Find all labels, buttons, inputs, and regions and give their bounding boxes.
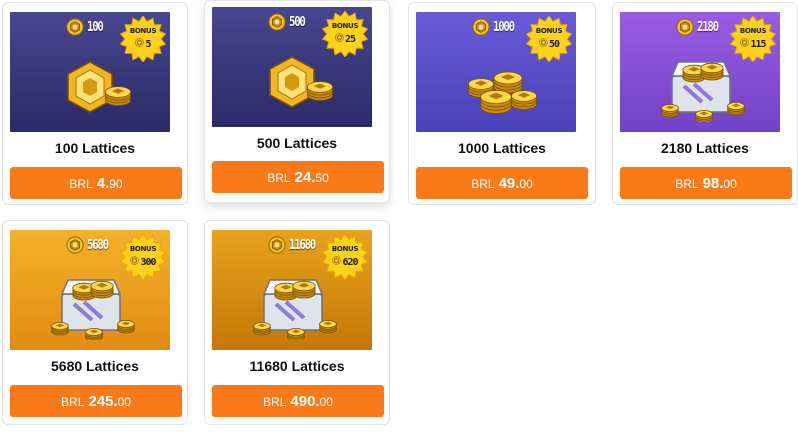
product-card-100[interactable]: 100 BONUS 5 100 Lattices BRL 4. 90 xyxy=(2,2,188,205)
product-art xyxy=(269,56,334,108)
bonus-label: BONUS xyxy=(331,245,359,253)
price-currency: BRL xyxy=(61,395,85,409)
amount-badge: 2180 xyxy=(676,17,722,37)
amount-badge: 11680 xyxy=(268,235,321,255)
buy-price-button[interactable]: BRL 490. 00 xyxy=(212,385,384,417)
product-title: 500 Lattices xyxy=(256,135,338,151)
price-decimals: 50 xyxy=(315,171,329,185)
price-integer: 245. xyxy=(88,393,118,410)
product-art xyxy=(661,61,745,122)
buy-price-button[interactable]: BRL 4. 90 xyxy=(10,167,182,199)
amount-text: 5680 xyxy=(87,237,109,253)
bonus-label: BONUS xyxy=(331,22,359,30)
amount-badge: 500 xyxy=(268,12,308,32)
price-integer: 24. xyxy=(294,169,316,186)
product-image: 500 BONUS 25 xyxy=(212,7,372,127)
price-currency: BRL xyxy=(69,177,93,191)
bonus-label: BONUS xyxy=(535,27,563,35)
amount-text: 100 xyxy=(87,19,104,35)
price-currency: BRL xyxy=(267,171,291,185)
amount-text: 1000 xyxy=(493,19,515,35)
price-integer: 490. xyxy=(290,393,320,410)
product-art xyxy=(253,279,337,340)
amount-text: 500 xyxy=(289,14,306,30)
product-title: 1000 Lattices xyxy=(458,140,546,156)
product-title: 2180 Lattices xyxy=(661,140,749,156)
bonus-label: BONUS xyxy=(129,245,157,253)
product-card-2180[interactable]: 2180 BONUS 115 2180 Lattices BRL 98. 00 xyxy=(612,2,798,205)
buy-price-button[interactable]: BRL 24. 50 xyxy=(212,161,384,193)
bonus-amount: 25 xyxy=(344,33,356,45)
price-decimals: 00 xyxy=(117,395,131,409)
product-card-5680[interactable]: 5680 BONUS 300 5680 Lattices BRL 245. 00 xyxy=(2,220,188,425)
lattice-icon xyxy=(676,18,694,36)
lattice-icon xyxy=(66,18,84,36)
price-integer: 49. xyxy=(498,175,520,192)
product-title: 5680 Lattices xyxy=(51,358,139,374)
price-decimals: 00 xyxy=(519,177,533,191)
buy-price-button[interactable]: BRL 98. 00 xyxy=(620,167,792,199)
amount-text: 2180 xyxy=(697,19,719,35)
product-image: 11680 BONUS 620 xyxy=(212,230,372,350)
product-art xyxy=(67,61,132,113)
price-currency: BRL xyxy=(263,395,287,409)
bonus-amount: 50 xyxy=(548,38,560,50)
product-art xyxy=(51,279,135,340)
bonus-amount: 300 xyxy=(140,256,156,268)
product-image: 1000 BONUS 50 xyxy=(416,12,576,132)
lattice-icon xyxy=(268,13,286,31)
product-image: 5680 BONUS 300 xyxy=(10,230,170,350)
product-card-11680[interactable]: 11680 BONUS 620 11680 Lattices BRL 490. … xyxy=(204,220,390,425)
lattice-icon xyxy=(268,236,286,254)
product-image: 100 BONUS 5 xyxy=(10,12,170,132)
amount-badge: 5680 xyxy=(66,235,112,255)
product-card-1000[interactable]: 1000 BONUS 50 1000 Lattices BRL 49. 00 xyxy=(408,2,596,205)
bonus-amount: 115 xyxy=(750,38,766,50)
product-image: 2180 BONUS 115 xyxy=(620,12,780,132)
lattice-icon xyxy=(472,18,490,36)
bonus-amount: 5 xyxy=(145,38,151,50)
buy-price-button[interactable]: BRL 49. 00 xyxy=(416,167,588,199)
product-art xyxy=(467,71,538,114)
amount-badge: 100 xyxy=(66,17,106,37)
bonus-label: BONUS xyxy=(129,27,157,35)
bonus-label: BONUS xyxy=(739,27,767,35)
price-currency: BRL xyxy=(471,177,495,191)
price-decimals: 00 xyxy=(723,177,737,191)
buy-price-button[interactable]: BRL 245. 00 xyxy=(10,385,182,417)
price-decimals: 90 xyxy=(109,177,123,191)
price-integer: 98. xyxy=(702,175,724,192)
product-card-500[interactable]: 500 BONUS 25 500 Lattices BRL 24. 50 xyxy=(204,0,390,203)
bonus-amount: 620 xyxy=(342,256,358,268)
price-decimals: 00 xyxy=(319,395,333,409)
product-title: 11680 Lattices xyxy=(249,358,345,374)
lattice-icon xyxy=(66,236,84,254)
price-integer: 4. xyxy=(96,175,110,192)
amount-text: 11680 xyxy=(289,237,316,253)
amount-badge: 1000 xyxy=(472,17,518,37)
product-title: 100 Lattices xyxy=(54,140,136,156)
price-currency: BRL xyxy=(675,177,699,191)
